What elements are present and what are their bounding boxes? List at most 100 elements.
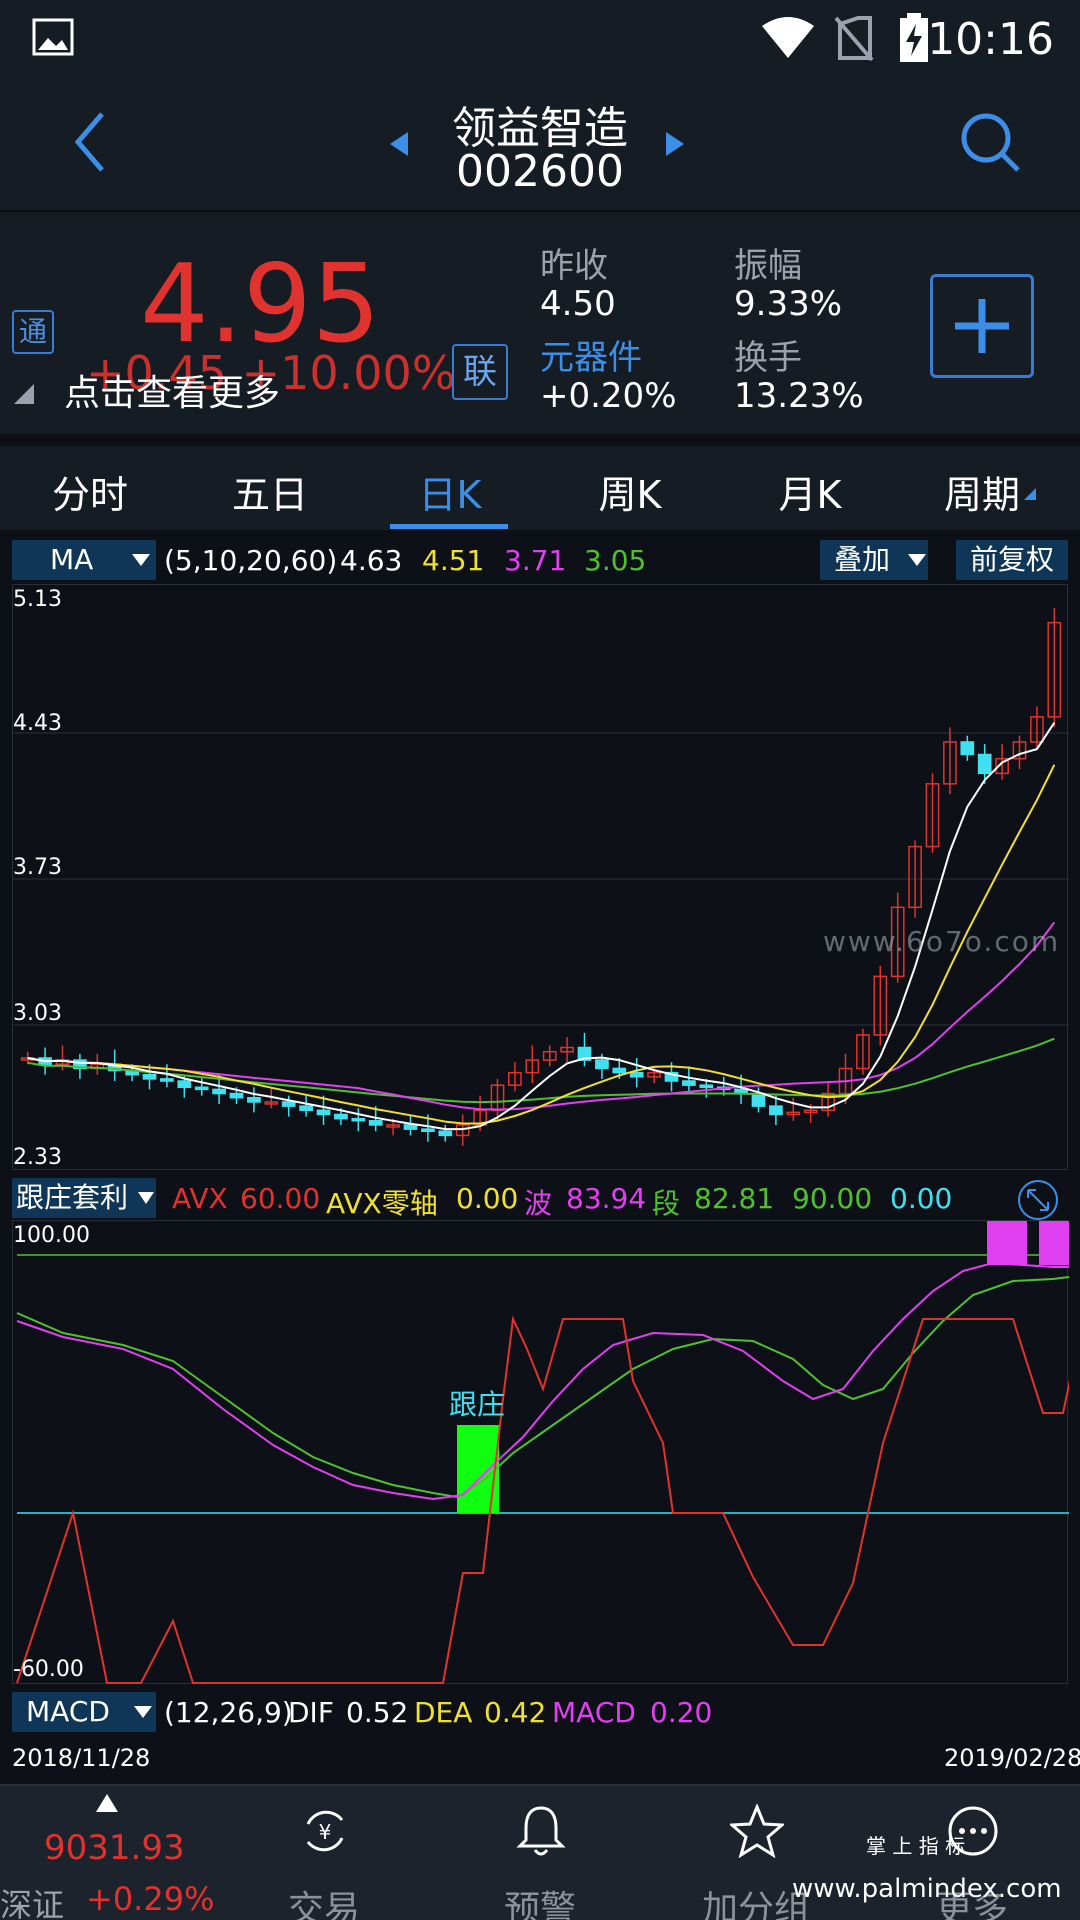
value-90: 90.00 <box>792 1182 873 1215</box>
candle-body <box>612 1067 627 1074</box>
nav-alert-label: 预警 <box>503 1889 576 1920</box>
dea-label: DEA <box>414 1696 473 1729</box>
sub-indicator-bar: 跟庄套利 AVX 60.00 AVX零轴 0.00 波 83.94 段 82.8… <box>12 1178 1070 1220</box>
segment-value: 82.81 <box>694 1182 775 1215</box>
ma5-value: 4.63 <box>340 544 403 577</box>
bottom-nav: 9031.93 深证 +0.29% ¥ 交易 预警 加分组 更多 掌 上 指 标… <box>0 1784 1080 1920</box>
candle-body <box>177 1080 192 1089</box>
wave-label: 波 <box>524 1187 553 1220</box>
tab-monthly-k[interactable]: 月K <box>750 464 870 519</box>
macd-value: 0.20 <box>650 1696 713 1729</box>
turnover-label: 换手 <box>734 338 802 378</box>
up-arrow-icon <box>96 1794 118 1812</box>
follow-signal-label: 跟庄 <box>449 1388 506 1421</box>
nav-alert[interactable]: 预警 <box>460 1786 620 1920</box>
candle-body <box>421 1128 435 1132</box>
svg-text:¥: ¥ <box>319 1820 332 1844</box>
candle-body <box>160 1078 174 1082</box>
star-icon <box>730 1804 784 1858</box>
candle-body <box>281 1101 296 1107</box>
candle-body <box>351 1117 366 1122</box>
y-label-top: 5.13 <box>13 587 62 612</box>
tab-daily-k[interactable]: 日K <box>390 464 510 519</box>
amplitude-value: 9.33% <box>734 284 843 324</box>
ma10-value: 4.51 <box>422 544 485 577</box>
avx-axis-value: 0.00 <box>456 1182 519 1215</box>
candle-body <box>299 1105 313 1112</box>
adjust-label: 前复权 <box>970 543 1055 576</box>
tab-weekly-k[interactable]: 周K <box>570 464 690 519</box>
avx-axis-label: AVX零轴 <box>326 1187 438 1220</box>
lian-button[interactable]: 联 <box>452 344 508 400</box>
brand-watermark-cn: 掌 上 指 标 <box>866 1834 966 1858</box>
y-label-bottom: 2.33 <box>13 1145 62 1170</box>
candlestick-svg <box>13 608 1069 1146</box>
index-name: 深证 <box>0 1886 65 1920</box>
candle-body <box>368 1120 383 1126</box>
sector-change: +0.20% <box>540 376 677 416</box>
nav-trade[interactable]: ¥ 交易 <box>244 1786 404 1920</box>
status-time: 10:16 <box>927 14 1054 65</box>
plus-icon <box>955 299 1009 353</box>
ma-indicator-bar: MA (5,10,20,60) 4.63 4.51 3.71 3.05 叠加 前… <box>12 540 1070 582</box>
ma-dropdown-icon <box>132 554 150 566</box>
no-sim-icon <box>834 16 874 62</box>
overlay-dropdown-icon <box>908 554 926 566</box>
candle-body <box>699 1084 714 1089</box>
active-tab-indicator <box>390 524 508 529</box>
y-label-4: 3.03 <box>13 1001 62 1026</box>
candle-body <box>438 1130 453 1137</box>
search-icon[interactable] <box>958 110 1022 174</box>
segment-label: 段 <box>652 1187 681 1220</box>
candle-body <box>194 1086 209 1091</box>
candle-body <box>247 1097 261 1103</box>
candle-body <box>682 1080 696 1086</box>
sub-selector-label: 跟庄套利 <box>16 1181 129 1214</box>
add-watchlist-button[interactable] <box>930 274 1034 378</box>
prev-close-value: 4.50 <box>540 284 616 324</box>
candle-body <box>142 1073 157 1080</box>
candle-body <box>977 753 992 775</box>
ma-selector-label: MA <box>50 543 94 576</box>
expand-icon[interactable] <box>1016 1178 1060 1222</box>
candle-body <box>629 1071 644 1078</box>
candle-body <box>229 1092 244 1099</box>
prev-close-label: 昨收 <box>540 246 608 286</box>
turnover-value: 13.23% <box>734 376 864 416</box>
candle-body <box>316 1109 331 1116</box>
period-tabs: 分时 五日 日K 周K 月K 周期 <box>0 446 1080 530</box>
tab-five-day[interactable]: 五日 <box>210 464 330 519</box>
ma20-value: 3.71 <box>504 544 567 577</box>
corner-triangle-icon <box>14 384 34 404</box>
dif-value: 0.52 <box>346 1696 409 1729</box>
quote-panel[interactable]: 通 4.95 +0.45 +10.00% 点击查看更多 联 昨收 4.50 元器… <box>0 212 1080 434</box>
tab-intraday[interactable]: 分时 <box>30 464 150 519</box>
index-value: 9031.93 <box>44 1828 185 1868</box>
image-icon <box>32 18 74 56</box>
sub-selector[interactable]: 跟庄套利 <box>12 1178 156 1218</box>
avx-label: AVX <box>172 1182 228 1215</box>
adjust-selector[interactable]: 前复权 <box>956 540 1068 580</box>
index-ticker[interactable]: 9031.93 深证 +0.29% <box>0 1786 216 1920</box>
sub-indicator-chart[interactable]: 100.00 -60.00 跟庄 <box>12 1220 1069 1684</box>
tong-badge[interactable]: 通 <box>12 310 54 354</box>
index-change: +0.29% <box>86 1880 215 1918</box>
avx-value: 60.00 <box>240 1182 321 1215</box>
stock-code: 002600 <box>456 146 624 197</box>
candle-body <box>403 1124 418 1130</box>
chart-watermark: www.6o7o.com <box>823 925 1061 958</box>
candlestick-chart[interactable]: 5.13 4.43 3.73 3.03 2.33 www.6o7o.com <box>12 584 1069 1170</box>
title-bar: 领益智造 002600 <box>0 80 1080 212</box>
y-label-2: 4.43 <box>13 711 62 736</box>
next-stock-icon[interactable] <box>664 130 686 158</box>
wifi-icon <box>762 17 814 58</box>
candle-body <box>595 1059 609 1070</box>
more-tip[interactable]: 点击查看更多 <box>64 364 280 416</box>
ma60-value: 3.05 <box>584 544 647 577</box>
candle-body <box>769 1105 783 1116</box>
sector-label[interactable]: 元器件 <box>540 330 642 379</box>
macd-dropdown-icon <box>134 1706 152 1718</box>
nav-trade-label: 交易 <box>287 1889 360 1920</box>
yuan-exchange-icon: ¥ <box>306 1810 344 1852</box>
sub-indicator-svg <box>16 1221 1069 1684</box>
